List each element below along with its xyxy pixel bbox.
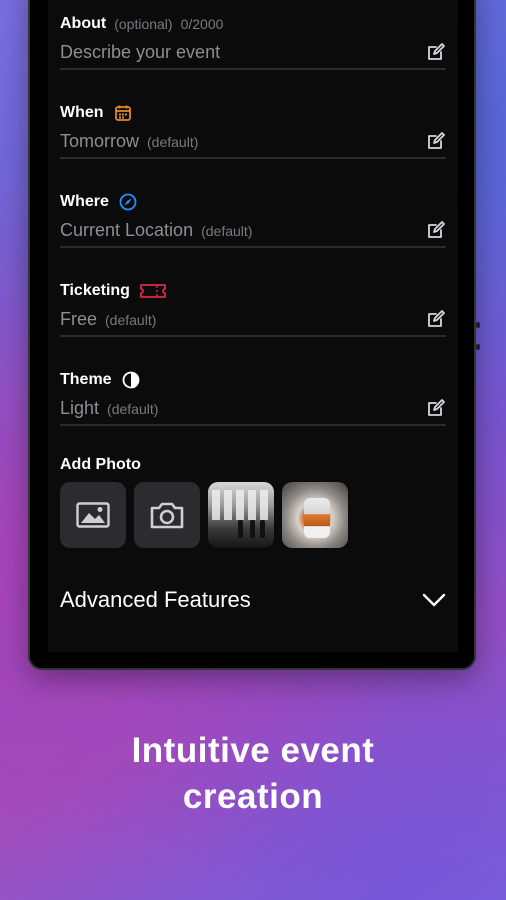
camera-button[interactable] xyxy=(134,482,200,548)
phone-side-button xyxy=(476,344,480,350)
gallery-button[interactable] xyxy=(60,482,126,548)
about-placeholder: Describe your event xyxy=(60,42,221,62)
theme-label: Theme xyxy=(60,371,112,388)
edit-icon[interactable] xyxy=(426,309,446,329)
when-input[interactable]: Tomorrow (default) xyxy=(60,131,198,152)
when-value: Tomorrow xyxy=(60,131,140,151)
theme-input[interactable]: Light (default) xyxy=(60,398,158,419)
about-label: About xyxy=(60,15,107,32)
edit-icon[interactable] xyxy=(426,131,446,151)
edit-icon[interactable] xyxy=(426,42,446,62)
theme-value: Light xyxy=(60,398,100,418)
tagline: Intuitive event creation xyxy=(0,728,506,820)
chevron-down-icon xyxy=(422,593,446,607)
add-photo-label: Add Photo xyxy=(60,456,141,473)
about-input[interactable]: Describe your event xyxy=(60,42,220,63)
contrast-icon xyxy=(122,371,140,389)
theme-label-row: Theme xyxy=(60,370,140,390)
when-field[interactable]: When Tomorrow (default) xyxy=(60,97,446,159)
ticketing-label-row: Ticketing xyxy=(60,281,166,301)
theme-field[interactable]: Theme Light (default) xyxy=(60,364,446,426)
event-form-screen: About (optional) 0/2000 Describe your ev… xyxy=(48,0,458,652)
where-default: (default) xyxy=(201,223,253,239)
ticketing-value: Free xyxy=(60,309,98,329)
phone-frame: About (optional) 0/2000 Describe your ev… xyxy=(28,0,480,670)
photo-thumbnail-drink[interactable] xyxy=(282,482,348,548)
where-field[interactable]: Where Current Location (default) xyxy=(60,186,446,248)
camera-icon xyxy=(150,502,184,529)
ticketing-default: (default) xyxy=(105,312,157,328)
where-value: Current Location xyxy=(60,220,194,240)
about-field[interactable]: About (optional) 0/2000 Describe your ev… xyxy=(60,8,446,70)
edit-icon[interactable] xyxy=(426,398,446,418)
calendar-icon xyxy=(114,104,132,122)
advanced-features-toggle[interactable]: Advanced Features xyxy=(60,586,446,614)
image-icon xyxy=(76,502,110,528)
where-input[interactable]: Current Location (default) xyxy=(60,220,252,241)
compass-icon xyxy=(119,193,137,211)
where-label: Where xyxy=(60,193,109,210)
edit-icon[interactable] xyxy=(426,220,446,240)
about-optional-hint: (optional) xyxy=(114,16,173,32)
where-label-row: Where xyxy=(60,192,137,212)
about-char-count: 0/2000 xyxy=(180,16,224,32)
theme-default: (default) xyxy=(107,401,159,417)
ticketing-input[interactable]: Free (default) xyxy=(60,309,156,330)
phone-side-button xyxy=(476,322,480,328)
about-label-row: About (optional) 0/2000 xyxy=(60,14,223,34)
when-default: (default) xyxy=(147,134,199,150)
photo-picker-row xyxy=(60,482,348,548)
tagline-line-1: Intuitive event xyxy=(131,731,375,770)
advanced-features-label: Advanced Features xyxy=(60,587,251,612)
photo-thumbnail-airport[interactable] xyxy=(208,482,274,548)
ticketing-field[interactable]: Ticketing Free (default) xyxy=(60,275,446,337)
when-label-row: When xyxy=(60,103,132,123)
tagline-line-2: creation xyxy=(182,777,324,816)
when-label: When xyxy=(60,104,104,121)
ticket-icon xyxy=(140,283,166,299)
ticketing-label: Ticketing xyxy=(60,282,130,299)
